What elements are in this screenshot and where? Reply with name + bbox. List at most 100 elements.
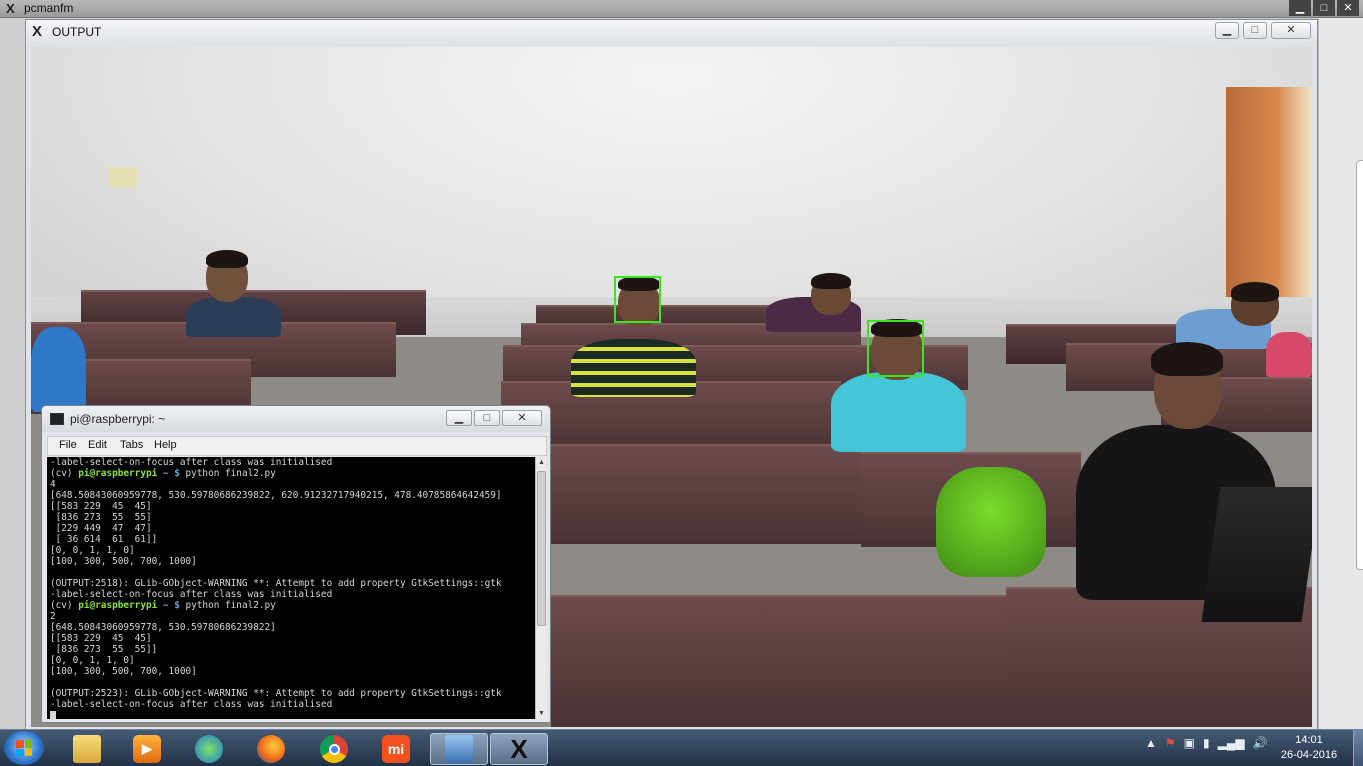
- terminal-line: (OUTPUT:2518): GLib-GObject-WARNING **: …: [50, 578, 535, 589]
- terminal-text: [836 273 55 55]: [50, 512, 152, 523]
- terminal-line: (cv) pi@raspberrypi ~ $ python final2.py: [50, 468, 535, 479]
- taskbar-remote-desktop[interactable]: [430, 733, 488, 765]
- terminal-text: ~ $: [157, 468, 186, 479]
- folder-icon: [73, 735, 101, 763]
- terminal-line: (OUTPUT:2523): GLib-GObject-WARNING **: …: [50, 688, 535, 699]
- terminal-text: (cv): [50, 600, 79, 611]
- face-detection-box: [867, 320, 924, 377]
- pcmanfm-titlebar[interactable]: X pcmanfm ▁ □ ✕: [0, 0, 1363, 18]
- hair: [811, 273, 851, 289]
- taskbar-explorer[interactable]: [58, 733, 116, 765]
- scrollbar-thumb[interactable]: [537, 471, 546, 626]
- taskbar-mi[interactable]: mi: [367, 733, 425, 765]
- desk: [551, 444, 861, 544]
- volume-icon[interactable]: 🔊: [1253, 736, 1268, 750]
- close-button[interactable]: ✕: [1271, 22, 1311, 39]
- output-window-title: OUTPUT: [52, 25, 102, 39]
- menu-edit[interactable]: Edit: [88, 439, 107, 451]
- taskbar-firefox[interactable]: [242, 733, 300, 765]
- face-detection-box: [614, 276, 661, 323]
- pcmanfm-side-tab[interactable]: [1356, 160, 1363, 570]
- clock-date: 26-04-2016: [1280, 749, 1338, 761]
- scroll-down-arrow-icon[interactable]: ▼: [536, 708, 547, 719]
- terminal-text: [100, 300, 500, 700, 1000]: [50, 666, 197, 677]
- chrome-icon: [320, 735, 348, 763]
- terminal-line: [[583 229 45 45]: [50, 501, 535, 512]
- terminal-text: -label-select-on-focus after class was i…: [50, 457, 333, 468]
- terminal-line: [836 273 55 55]]: [50, 644, 535, 655]
- minimize-button[interactable]: ▁: [1215, 22, 1239, 39]
- terminal-text: python final2.py: [185, 600, 276, 611]
- menu-tabs[interactable]: Tabs: [120, 439, 143, 451]
- terminal-text: [100, 300, 500, 700, 1000]: [50, 556, 197, 567]
- terminal-line: [0, 0, 1, 1, 0]: [50, 545, 535, 556]
- maximize-button[interactable]: □: [1313, 0, 1335, 16]
- scroll-up-arrow-icon[interactable]: ▲: [536, 457, 547, 468]
- hair: [206, 250, 248, 268]
- terminal-line: (cv) pi@raspberrypi ~ $ python final2.py: [50, 600, 535, 611]
- device-icon[interactable]: ▣: [1184, 736, 1195, 750]
- terminal-text: [648.50843060959778, 530.59780686239822]: [50, 622, 276, 633]
- menu-help[interactable]: Help: [154, 439, 177, 451]
- terminal-text: [229 449 47 47]: [50, 523, 152, 534]
- terminal-icon: [50, 413, 64, 425]
- pcmanfm-title: pcmanfm: [24, 1, 74, 15]
- desk: [551, 595, 1011, 727]
- terminal-scrollbar[interactable]: ▲ ▼: [535, 457, 547, 719]
- network-globe-icon: [195, 735, 223, 763]
- maximize-button[interactable]: □: [1243, 22, 1267, 39]
- hair: [1231, 282, 1279, 302]
- taskbar-x-server[interactable]: X: [490, 733, 548, 765]
- terminal-line: [648.50843060959778, 530.59780686239822]: [50, 622, 535, 633]
- student-left-edge: [31, 327, 86, 412]
- taskbar-media-player[interactable]: ▶: [118, 733, 176, 765]
- terminal-text: python final2.py: [185, 468, 276, 479]
- output-titlebar[interactable]: X OUTPUT ▁ □ ✕: [26, 20, 1317, 45]
- menu-file[interactable]: File: [59, 439, 77, 451]
- terminal-line: 4: [50, 479, 535, 490]
- terminal-cursor: [50, 711, 56, 719]
- terminal-text: [ 36 614 61 61]]: [50, 534, 158, 545]
- taskbar-network[interactable]: [180, 733, 238, 765]
- terminal-text: [0, 0, 1, 1, 0]: [50, 545, 135, 556]
- media-player-icon: ▶: [133, 735, 161, 763]
- start-button[interactable]: [4, 731, 44, 765]
- terminal-text: 2: [50, 611, 56, 622]
- student-back-far-right: [1266, 332, 1312, 377]
- terminal-text: (OUTPUT:2523): GLib-GObject-WARNING **: …: [50, 688, 502, 699]
- green-backpack: [936, 467, 1046, 577]
- hair: [1151, 342, 1223, 376]
- terminal-text: [[583 229 45 45]: [50, 501, 152, 512]
- terminal-text: [[583 229 45 45]: [50, 633, 152, 644]
- terminal-menubar: File Edit Tabs Help: [47, 436, 547, 456]
- taskbar-chrome[interactable]: [305, 733, 363, 765]
- terminal-titlebar[interactable]: pi@raspberrypi: ~ ▁ □ ✕: [42, 406, 550, 432]
- terminal-line: [229 449 47 47]: [50, 523, 535, 534]
- terminal-text: -label-select-on-focus after class was i…: [50, 699, 333, 710]
- x-logo-icon: X: [32, 23, 43, 40]
- maximize-button[interactable]: □: [474, 410, 500, 426]
- power-icon[interactable]: ▮: [1203, 736, 1210, 750]
- close-button[interactable]: ✕: [502, 410, 542, 426]
- minimize-button[interactable]: ▁: [446, 410, 472, 426]
- system-tray: ▲ ⚑ ▣ ▮ ▂▄▆ 🔊: [1145, 736, 1268, 750]
- minimize-button[interactable]: ▁: [1289, 0, 1311, 16]
- terminal-output[interactable]: -label-select-on-focus after class was i…: [47, 457, 535, 719]
- close-button[interactable]: ✕: [1337, 0, 1359, 16]
- terminal-text: pi@raspberrypi: [78, 600, 158, 611]
- terminal-line: [[583 229 45 45]: [50, 633, 535, 644]
- terminal-title: pi@raspberrypi: ~: [70, 412, 166, 426]
- terminal-line: [100, 300, 500, 700, 1000]: [50, 556, 535, 567]
- show-desktop-button[interactable]: [1353, 730, 1363, 766]
- show-hidden-icons-icon[interactable]: ▲: [1145, 736, 1157, 750]
- x-server-icon: X: [510, 733, 528, 764]
- clock[interactable]: 14:01 26-04-2016: [1270, 733, 1348, 763]
- terminal-text: -label-select-on-focus after class was i…: [50, 589, 333, 600]
- action-center-flag-icon[interactable]: ⚑: [1165, 736, 1176, 750]
- terminal-window: pi@raspberrypi: ~ ▁ □ ✕ File Edit Tabs H…: [41, 405, 551, 723]
- terminal-text: pi@raspberrypi: [78, 468, 158, 479]
- laptop: [1201, 487, 1312, 622]
- signal-strength-icon[interactable]: ▂▄▆: [1218, 736, 1245, 750]
- terminal-line: [836 273 55 55]: [50, 512, 535, 523]
